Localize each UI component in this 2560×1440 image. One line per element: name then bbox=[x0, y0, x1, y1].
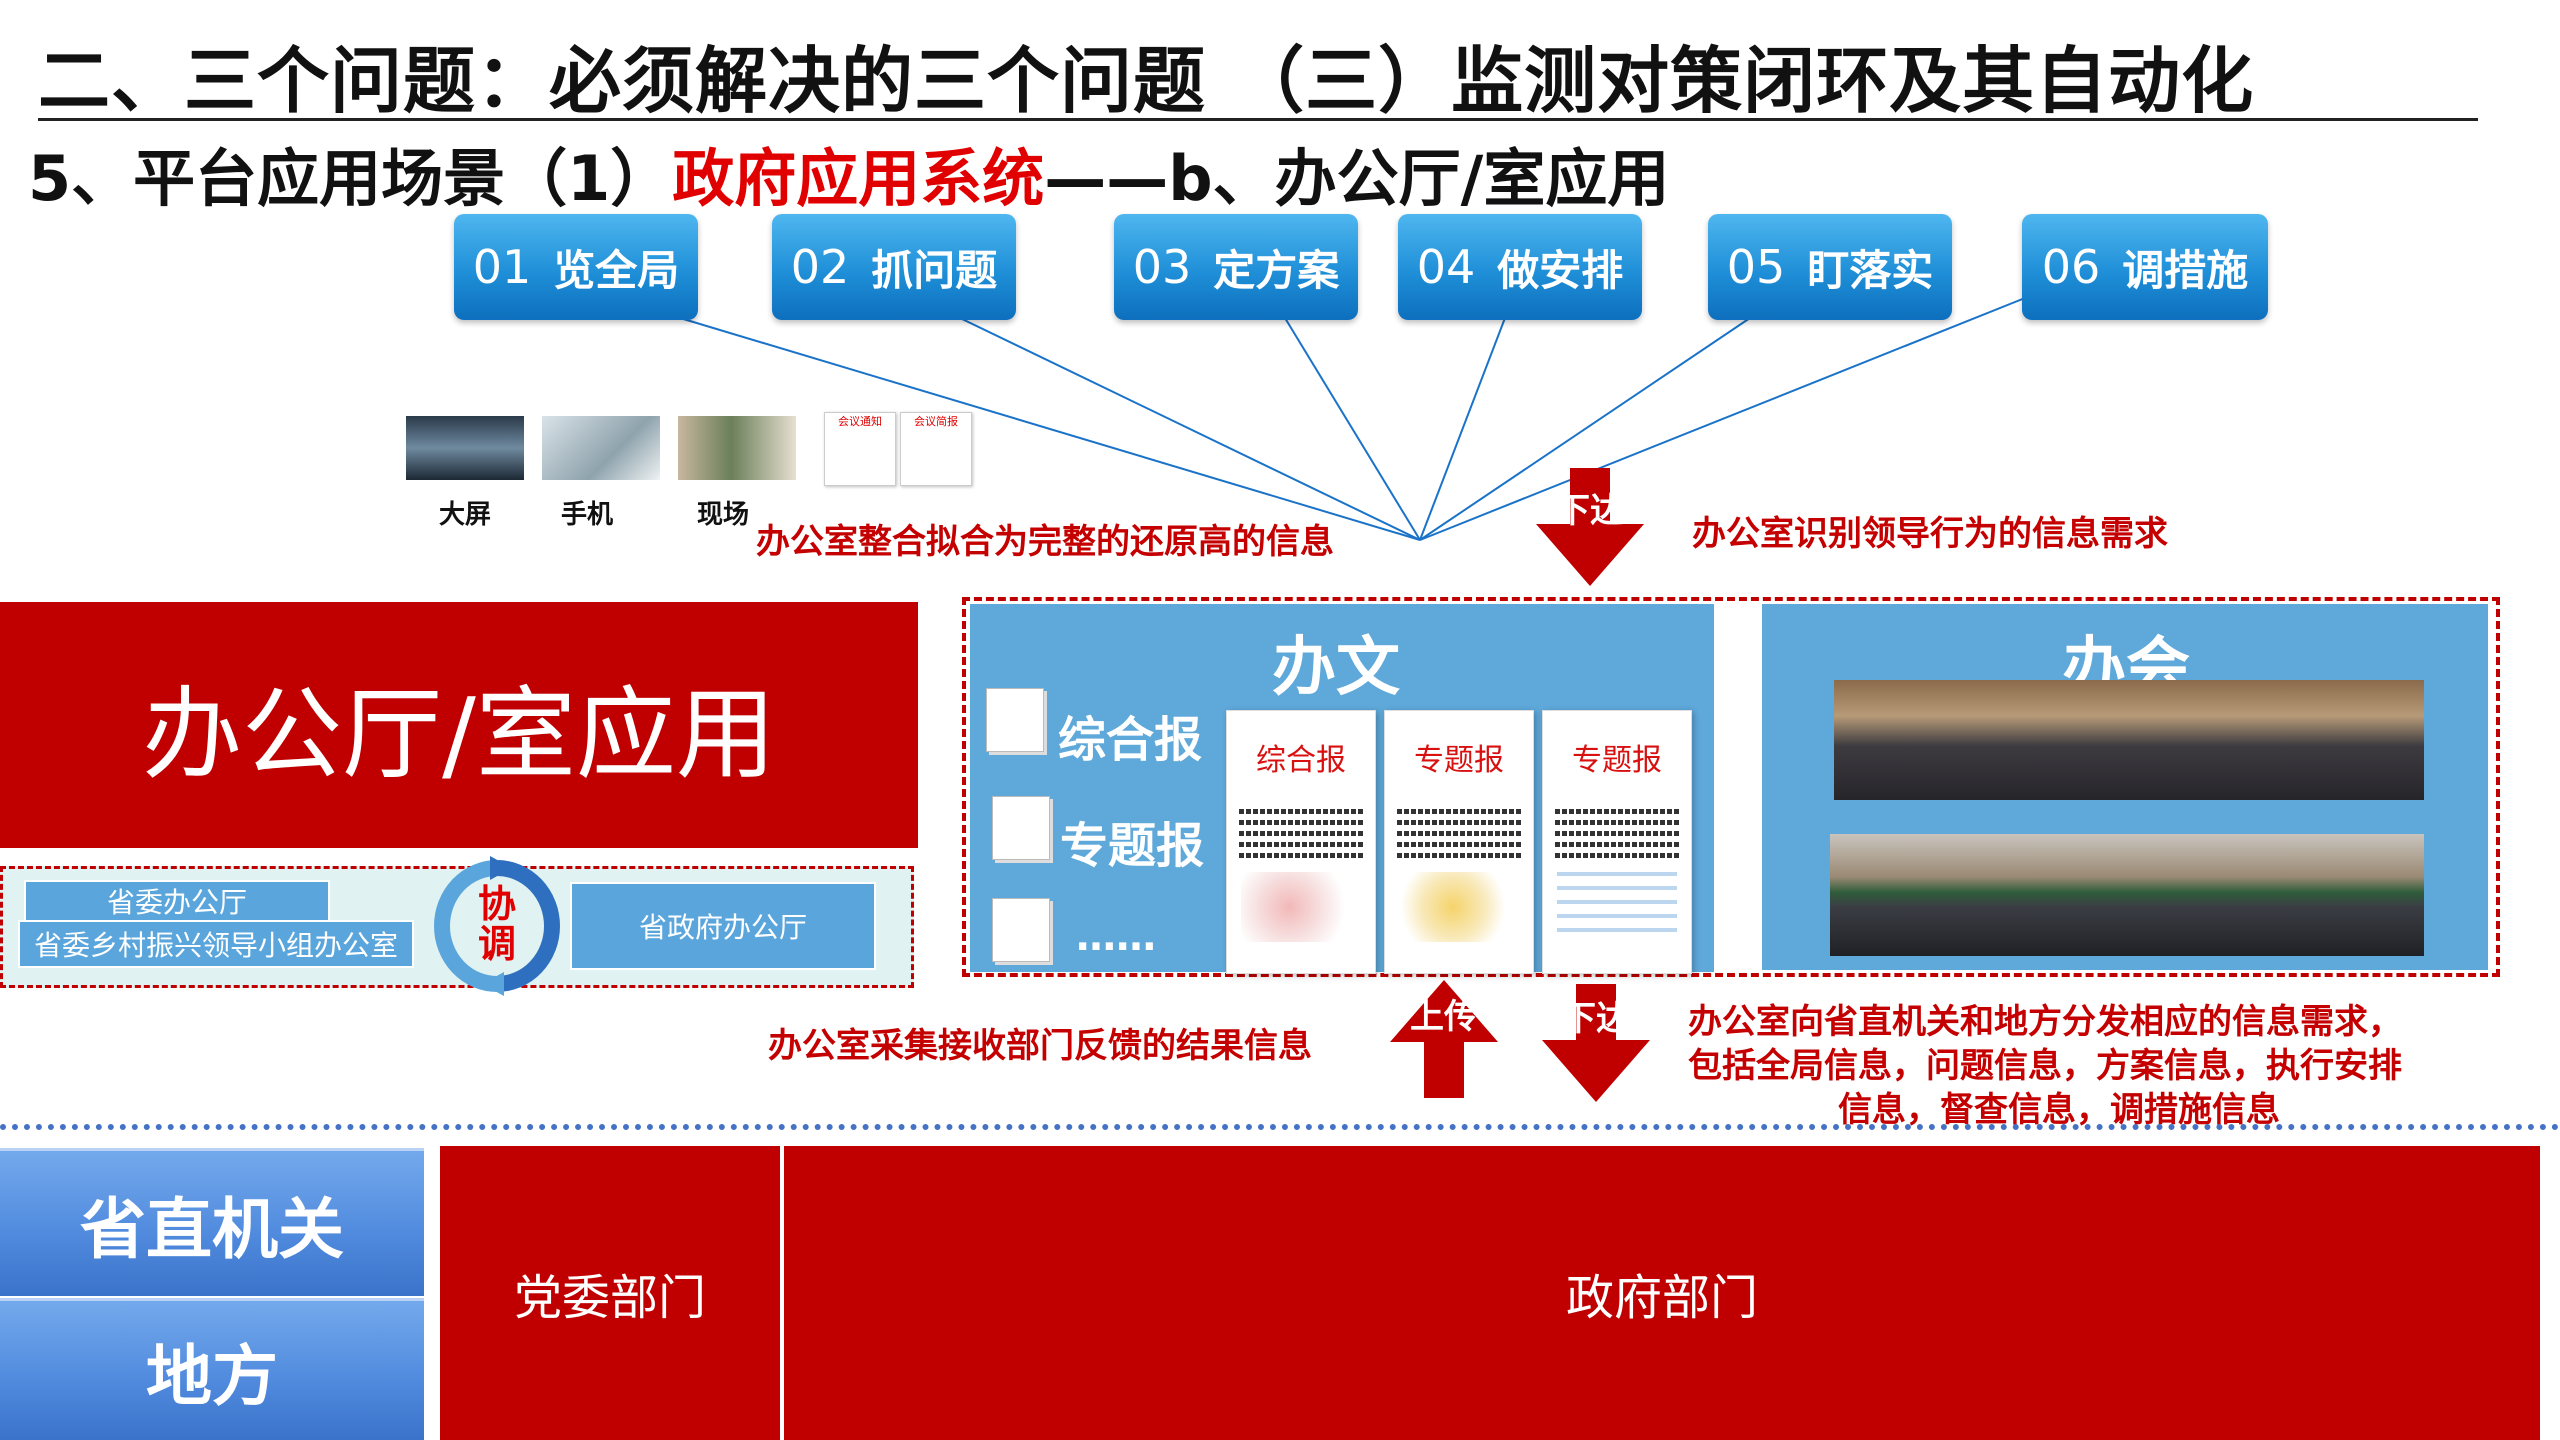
step-label: 做安排 bbox=[1497, 245, 1624, 295]
paper-title: 综合报 bbox=[1256, 743, 1346, 778]
big-screen-photo bbox=[406, 416, 524, 480]
down-arrow-top: 下达 bbox=[1536, 468, 1644, 586]
step-follow-up[interactable]: 05 盯落实 bbox=[1708, 214, 1952, 320]
collect-annotation: 办公室采集接收部门反馈的结果信息 bbox=[768, 1026, 1312, 1066]
party-departments-box[interactable]: 党委部门 bbox=[440, 1146, 780, 1440]
flow-figure bbox=[1557, 872, 1677, 942]
coordinate-label: 协调 bbox=[477, 882, 516, 966]
local-box[interactable]: 地方 bbox=[0, 1298, 424, 1440]
report-type-more: …… bbox=[1076, 914, 1156, 960]
documents-title: 办文 bbox=[1272, 631, 1400, 705]
step-number: 03 bbox=[1132, 240, 1192, 294]
step-number: 05 bbox=[1726, 240, 1786, 294]
report-doc-icon bbox=[992, 898, 1050, 962]
step-number: 01 bbox=[472, 240, 532, 294]
step-make-plan[interactable]: 03 定方案 bbox=[1114, 214, 1358, 320]
report-type-comprehensive[interactable]: 综合报 bbox=[1058, 700, 1202, 770]
subtitle-suffix: ——b、办公厅/室应用 bbox=[1044, 142, 1670, 215]
step-number: 06 bbox=[2041, 240, 2101, 294]
step-label: 定方案 bbox=[1213, 245, 1340, 295]
paper-title: 专题报 bbox=[1572, 743, 1662, 778]
doc-title: 会议简报 bbox=[914, 415, 958, 428]
step-overview[interactable]: 01 览全局 bbox=[454, 214, 698, 320]
step-label: 调措施 bbox=[2122, 245, 2249, 295]
down-arrow-label: 下达 bbox=[1562, 999, 1630, 1039]
meeting-notice-doc: 会议通知 bbox=[824, 412, 896, 486]
step-label: 盯落实 bbox=[1807, 245, 1934, 295]
report-doc-icon bbox=[986, 688, 1044, 752]
party-departments-label: 党委部门 bbox=[513, 1270, 706, 1326]
map-figure bbox=[1241, 872, 1361, 942]
page-subtitle: 5、平台应用场景（1）政府应用系统——b、办公厅/室应用 bbox=[28, 128, 1669, 218]
page-title: 二、三个问题：必须解决的三个问题 （三）监测对策闭环及其自动化 bbox=[38, 39, 2255, 123]
rural-office-box[interactable]: 省委乡村振兴领导小组办公室 bbox=[18, 920, 414, 968]
conference-hall-photo bbox=[1830, 834, 2424, 956]
gov-office-label: 省政府办公厅 bbox=[638, 911, 807, 944]
report-paper[interactable]: 综合报 bbox=[1226, 710, 1376, 974]
title-divider bbox=[38, 118, 2478, 121]
integrate-annotation: 办公室整合拟合为完整的还原高的信息 bbox=[756, 522, 1334, 562]
meeting-room-photo bbox=[1834, 680, 2424, 800]
doc-title: 会议通知 bbox=[838, 415, 882, 428]
step-arrange[interactable]: 04 做安排 bbox=[1398, 214, 1642, 320]
report-paper[interactable]: 专题报 bbox=[1542, 710, 1692, 974]
distribute-annotation: 办公室向省直机关和地方分发相应的信息需求， 包括全局信息，问题信息，方案信息，执… bbox=[1688, 1000, 2402, 1132]
step-number: 04 bbox=[1416, 240, 1476, 294]
provincial-organs-label: 省直机关 bbox=[80, 1190, 344, 1268]
identify-annotation: 办公室识别领导行为的信息需求 bbox=[1692, 514, 2168, 554]
subtitle-prefix: 5、平台应用场景（1） bbox=[28, 142, 673, 215]
party-office-box[interactable]: 省委办公厅 bbox=[24, 880, 330, 922]
down-arrow-bottom: 下达 bbox=[1542, 984, 1650, 1102]
bottom-divider bbox=[0, 1124, 2560, 1130]
gov-departments-box[interactable]: 政府部门 bbox=[784, 1146, 2540, 1440]
distribute-line-2: 包括全局信息，问题信息，方案信息，执行安排 bbox=[1688, 1046, 2402, 1086]
step-number: 02 bbox=[790, 240, 850, 294]
office-app-title: 办公厅/室应用 bbox=[142, 675, 776, 793]
step-find-problems[interactable]: 02 抓问题 bbox=[772, 214, 1016, 320]
onsite-photo bbox=[678, 416, 796, 480]
big-screen-label: 大屏 bbox=[438, 500, 491, 530]
down-arrow-label: 下达 bbox=[1556, 491, 1624, 531]
report-paper[interactable]: 专题报 bbox=[1384, 710, 1534, 974]
step-label: 览全局 bbox=[553, 245, 680, 295]
distribute-line-1: 办公室向省直机关和地方分发相应的信息需求， bbox=[1688, 1002, 2402, 1042]
report-doc-icon bbox=[992, 796, 1050, 860]
gov-departments-label: 政府部门 bbox=[1565, 1270, 1758, 1326]
provincial-organs-box[interactable]: 省直机关 bbox=[0, 1148, 424, 1296]
paper-title: 专题报 bbox=[1414, 743, 1504, 778]
mobile-label: 手机 bbox=[560, 500, 613, 530]
subtitle-highlight: 政府应用系统 bbox=[672, 142, 1045, 215]
step-label: 抓问题 bbox=[871, 245, 998, 295]
report-type-special[interactable]: 专题报 bbox=[1060, 806, 1204, 876]
gov-office-box[interactable]: 省政府办公厅 bbox=[570, 882, 876, 970]
office-app-banner: 办公厅/室应用 bbox=[0, 602, 918, 848]
party-office-label: 省委办公厅 bbox=[106, 886, 247, 919]
up-arrow: 上传 bbox=[1390, 980, 1498, 1098]
rural-office-label: 省委乡村振兴领导小组办公室 bbox=[33, 929, 398, 962]
local-label: 地方 bbox=[146, 1337, 278, 1415]
step-adjust-measures[interactable]: 06 调措施 bbox=[2022, 214, 2268, 320]
map-figure bbox=[1399, 872, 1519, 942]
up-arrow-label: 上传 bbox=[1410, 997, 1478, 1037]
mobile-photo bbox=[542, 416, 660, 480]
meeting-brief-doc: 会议简报 bbox=[900, 412, 972, 486]
